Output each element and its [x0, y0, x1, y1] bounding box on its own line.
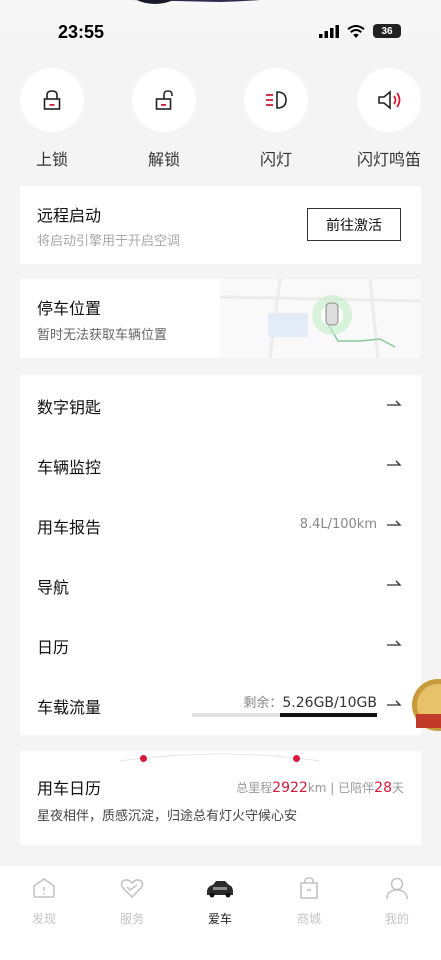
tab-label: 商城 — [296, 912, 321, 926]
mileage-unit: km — [307, 781, 327, 795]
remote-start-subtitle: 将启动引擎用于开启空调 — [37, 234, 181, 249]
arrow-right-icon — [387, 460, 402, 466]
bottom-tab-bar: 发现 服务 爱车 商城 我的 — [0, 866, 441, 960]
fuel-consumption-value: 8.4L/100km — [299, 517, 377, 532]
menu-item-data-traffic[interactable]: 车载流量 剩余：5.26GB/10GB — [20, 675, 421, 735]
tab-my-car[interactable]: 爱车 — [190, 876, 250, 927]
calendar-dot — [293, 755, 300, 762]
status-time: 23:55 — [58, 22, 105, 42]
menu-item-calendar[interactable]: 日历 — [20, 615, 421, 675]
menu-item-vehicle-monitor[interactable]: 车辆监控 — [20, 435, 421, 495]
remote-start-title: 远程启动 — [37, 206, 102, 225]
vehicle-menu-list: 数字钥匙 车辆监控 用车报告 8.4L/100km 导航 日历 车载流量 剩余：… — [20, 375, 421, 735]
tab-label: 服务 — [119, 912, 144, 926]
tab-mall[interactable]: 商城 — [279, 876, 339, 927]
arrow-right-icon — [387, 520, 402, 526]
data-remaining-label: 剩余： — [243, 696, 283, 711]
car-calendar-card[interactable]: 用车日历 总里程2922km | 已陪伴28天 星夜相伴，质感沉淀，归途总有灯火… — [20, 751, 421, 845]
discover-icon — [33, 878, 55, 898]
companion-unit: 天 — [391, 781, 404, 795]
companion-days: 28 — [374, 780, 392, 796]
companion-label: 已陪伴 — [338, 781, 375, 795]
promo-float-badge[interactable] — [412, 676, 441, 734]
data-usage-bar — [192, 713, 377, 717]
parking-title: 停车位置 — [37, 299, 102, 318]
menu-item-label: 导航 — [37, 578, 70, 597]
menu-item-label: 用车报告 — [37, 518, 102, 537]
car-calendar-meta: 总里程2922km | 已陪伴28天 — [236, 779, 404, 796]
tab-service[interactable]: 服务 — [102, 876, 162, 927]
unlock-label: 解锁 — [147, 150, 180, 169]
menu-item-label: 日历 — [37, 638, 70, 657]
meta-separator: | — [330, 781, 335, 795]
arrow-right-icon — [387, 580, 402, 586]
menu-item-navigation[interactable]: 导航 — [20, 555, 421, 615]
status-bar: 23:55 36 — [0, 14, 441, 50]
data-remaining: 剩余：5.26GB/10GB — [243, 692, 377, 711]
arrow-right-icon — [387, 640, 402, 646]
mileage-label: 总里程 — [236, 781, 273, 795]
tab-label: 我的 — [384, 912, 409, 926]
arrow-right-icon — [387, 400, 402, 406]
unlock-action[interactable]: 解锁 — [119, 68, 209, 170]
calendar-arc — [120, 753, 320, 762]
menu-item-usage-report[interactable]: 用车报告 8.4L/100km — [20, 495, 421, 555]
service-heart-icon — [120, 879, 144, 899]
data-usage-fill — [279, 713, 377, 717]
arrow-right-icon — [387, 700, 402, 706]
lock-action[interactable]: 上锁 — [7, 68, 97, 170]
car-calendar-description: 星夜相伴，质感沉淀，归途总有灯火守候心安 — [37, 809, 298, 824]
calendar-dot — [140, 755, 147, 762]
car-icon — [207, 881, 233, 898]
lock-icon — [43, 90, 61, 110]
flash-lights-label: 闪灯 — [259, 150, 292, 169]
remote-start-card: 远程启动 将启动引擎用于开启空调 前往激活 — [20, 186, 421, 264]
flash-horn-label: 闪灯鸣笛 — [356, 150, 421, 169]
battery-indicator: 36 — [373, 24, 401, 38]
shopping-bag-icon — [300, 877, 318, 899]
parking-map — [220, 279, 421, 358]
tab-profile[interactable]: 我的 — [367, 876, 427, 927]
parking-location-card[interactable]: 停车位置 暂时无法获取车辆位置 — [20, 279, 421, 358]
menu-item-digital-key[interactable]: 数字钥匙 — [20, 375, 421, 435]
flash-lights-action[interactable]: 闪灯 — [231, 68, 321, 170]
quick-actions: 上锁 解锁 闪灯 闪灯鸣笛 — [0, 68, 441, 178]
menu-item-label: 车载流量 — [37, 698, 102, 717]
parking-subtitle: 暂时无法获取车辆位置 — [37, 328, 168, 343]
profile-icon — [386, 877, 408, 900]
horn-icon — [378, 90, 401, 110]
menu-item-label: 数字钥匙 — [37, 398, 102, 417]
activate-button[interactable]: 前往激活 — [307, 208, 401, 241]
tab-label: 发现 — [31, 912, 56, 926]
menu-item-label: 车辆监控 — [37, 458, 102, 477]
headlight-icon — [266, 91, 287, 109]
data-remaining-value: 5.26GB/10GB — [282, 695, 377, 711]
car-calendar-title: 用车日历 — [37, 779, 102, 798]
signal-icon — [319, 24, 339, 38]
unlock-icon — [155, 90, 173, 110]
tab-label: 爱车 — [207, 912, 232, 926]
tab-discover[interactable]: 发现 — [14, 876, 74, 927]
mileage-value: 2922 — [272, 780, 308, 796]
lock-label: 上锁 — [35, 150, 68, 169]
wifi-icon — [347, 24, 365, 38]
flash-horn-action[interactable]: 闪灯鸣笛 — [344, 68, 434, 170]
